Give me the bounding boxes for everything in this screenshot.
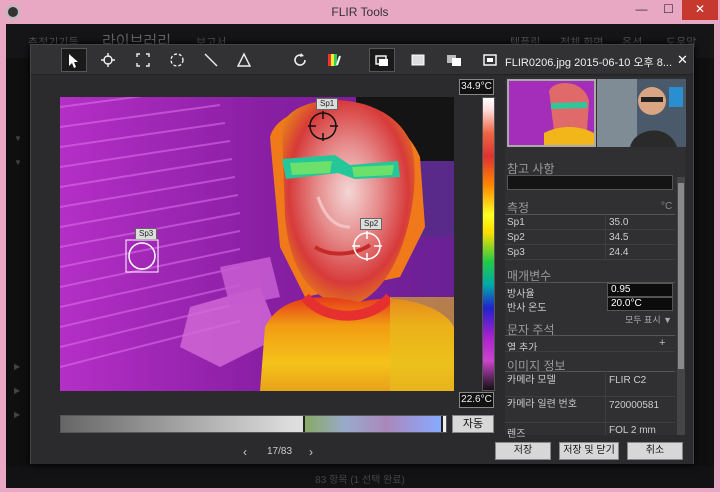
parameter-name: 방사율 [507,289,535,300]
bg-expand-icon: ▶ [14,410,21,419]
image-mode-4-button[interactable] [477,48,503,72]
reflected-temp-input[interactable]: 20.0°C [607,297,673,311]
save-and-close-button[interactable]: 저장 및 닫기 [559,442,619,460]
min-temperature-label[interactable]: 22.6°C [459,392,494,408]
image-mode-2-icon [411,54,425,66]
max-temperature-label[interactable]: 34.9°C [459,79,494,95]
spot-marker[interactable] [352,231,382,261]
rotate-button[interactable] [287,48,313,72]
panel-scrollbar[interactable] [677,177,685,435]
parameter-name: 반사 온도 [507,303,547,314]
previous-image-button[interactable]: ‹ [243,445,247,459]
select-icon [69,54,78,68]
row-divider [505,396,675,397]
info-name: 카메라 일련 번호 [507,399,577,410]
file-name-label: FLIR0206.jpg 2015-06-10 오후 8... [505,57,673,69]
box-icon [136,53,150,67]
image-edit-dialog: FLIR0206.jpg 2015-06-10 오후 8... ✕ 34.9°C [30,44,694,464]
scrollbar-thumb[interactable] [678,183,684,369]
image-mode-3-icon [447,55,461,66]
save-button[interactable]: 저장 [495,442,551,460]
circle-icon [170,53,184,67]
emissivity-input[interactable]: 0.95 [607,283,673,297]
image-mode-2-button[interactable] [405,48,431,72]
unit-label[interactable]: °C [661,201,672,212]
maximize-button[interactable]: ☐ [655,0,682,20]
next-image-button[interactable]: › [309,445,313,459]
measurement-value: 35.0 [609,217,629,228]
delta-tool-button[interactable] [231,48,257,72]
level-span-slider[interactable] [60,415,447,433]
info-value: FOL 2 mm [609,425,656,436]
spot-icon [101,53,115,67]
row-divider [505,422,675,423]
measurement-value: 34.5 [609,232,629,243]
palette-icon [328,54,341,66]
toolbar: FLIR0206.jpg 2015-06-10 오후 8... ✕ [31,45,693,75]
row-divider [505,244,675,245]
line-icon [204,53,218,67]
row-divider [505,351,675,352]
image-mode-1-button[interactable] [369,48,395,72]
show-all-toggle[interactable]: 모두 표시 ▼ [625,313,672,326]
info-name: 카메라 모델 [507,375,556,386]
minimize-button[interactable]: — [628,0,655,20]
bg-expand-icon: ▶ [14,386,21,395]
measurement-name: Sp2 [507,232,525,243]
title-bar: FLIR Tools — ☐ ✕ [0,0,720,24]
image-mode-1-icon [375,55,388,66]
ir-thumbnail-image [509,81,594,145]
box-tool-button[interactable] [130,48,156,72]
divider [505,371,675,372]
bg-expand-icon: ▼ [14,158,22,167]
add-annotation-button[interactable]: + [659,337,665,349]
bg-expand-icon: ▼ [14,134,22,143]
measurement-name: Sp3 [507,247,525,258]
image-mode-3-button[interactable] [441,48,467,72]
spot-marker[interactable] [308,111,338,141]
spot-tool-button[interactable] [95,48,121,72]
spot-label: Sp1 [316,98,339,110]
info-value: 720000581 [609,400,660,411]
delta-icon [236,52,252,67]
measurement-name: Sp1 [507,217,525,228]
select-tool-button[interactable] [61,48,87,72]
image-mode-4-icon [483,54,497,66]
divider [505,214,675,215]
window-title: FLIR Tools [331,5,389,19]
row-divider [505,229,675,230]
circle-tool-button[interactable] [164,48,190,72]
spot-label: Sp2 [360,218,383,230]
auto-adjust-button[interactable]: 자동 [452,415,494,433]
palette-button[interactable] [321,48,347,72]
row-divider [505,259,675,260]
column-divider [605,371,606,435]
image-counter: 17/83 [267,446,293,457]
app-window: FLIR Tools — ☐ ✕ 측정기기들 라이브러리 보고서 템플릿 전체 … [0,0,720,492]
visual-thumbnail[interactable] [597,79,686,147]
bg-expand-icon: ▶ [14,362,21,371]
rotate-icon [294,53,306,66]
temperature-scale-bar[interactable] [482,97,495,391]
level-span-handle[interactable] [303,416,443,432]
thermal-image-canvas [60,97,454,391]
line-tool-button[interactable] [198,48,224,72]
measurement-value: 24.4 [609,247,629,258]
cancel-button[interactable]: 취소 [627,442,683,460]
visual-thumbnail-image [597,79,686,147]
background-status-bar: 83 항목 (1 선택 완료) [6,466,714,488]
close-window-button[interactable]: ✕ [682,0,718,20]
ir-thumbnail[interactable] [507,79,596,147]
spot-marker[interactable] [125,239,159,273]
status-text: 83 항목 (1 선택 완료) [315,475,405,486]
divider [505,335,675,336]
notes-input[interactable] [507,175,673,190]
column-divider [605,214,606,259]
dialog-close-button[interactable]: ✕ [677,52,688,68]
info-value: FLIR C2 [609,375,647,386]
thermal-image[interactable]: Sp1 Sp2 Sp3 [60,97,454,391]
